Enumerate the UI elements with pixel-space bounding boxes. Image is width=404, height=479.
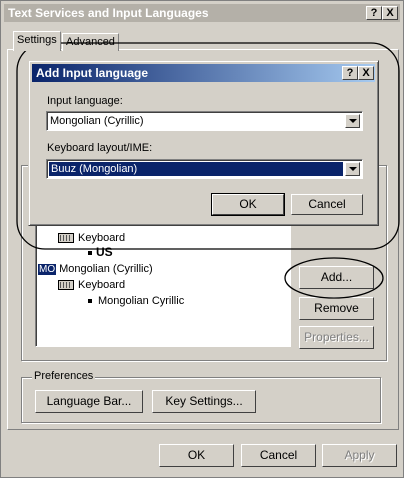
- annotation-dialog-outline: [16, 42, 400, 250]
- tab-settings-label: Settings: [17, 34, 57, 46]
- tab-settings[interactable]: Settings: [13, 31, 61, 51]
- annotation-overlay: [16, 42, 400, 299]
- text-services-window: Text Services and Input Languages ? X Se…: [0, 0, 404, 478]
- annotation-add-button-outline: [284, 257, 384, 299]
